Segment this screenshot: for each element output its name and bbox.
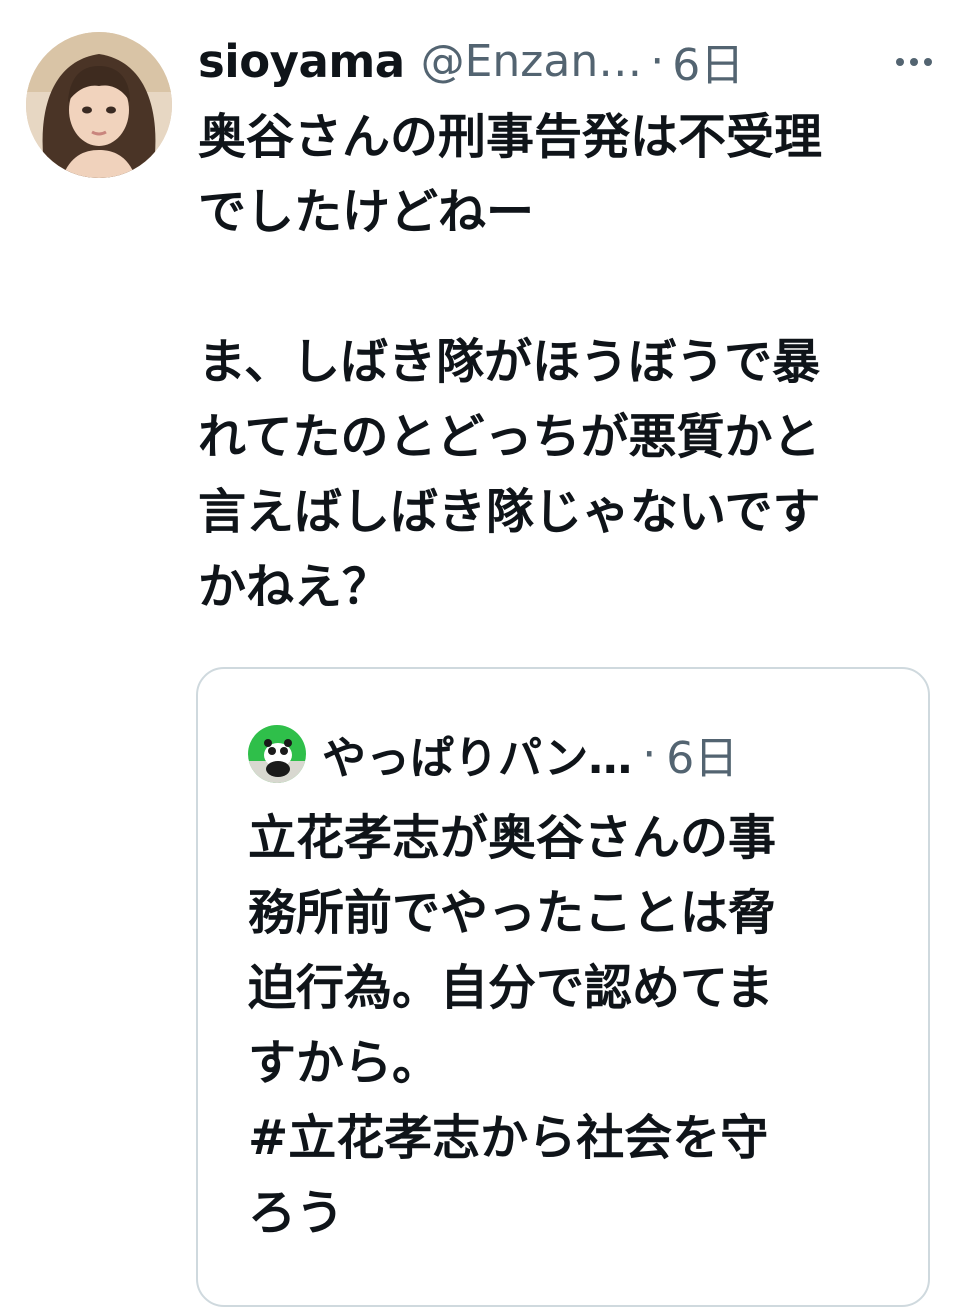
more-horizontal-icon[interactable] <box>890 42 938 82</box>
quoted-tweet[interactable]: やっぱりパン… · 6日 立花孝志が奥谷さんの事 務所前でやったことは脅 迫行為… <box>196 667 930 1307</box>
quoted-tweet-header: やっぱりパン… · 6日 <box>248 721 908 787</box>
quoted-display-name[interactable]: やっぱりパン… <box>322 722 632 786</box>
display-name[interactable]: sioyama <box>198 35 405 88</box>
quoted-user-avatar[interactable] <box>248 725 306 783</box>
timestamp[interactable]: 6日 <box>672 29 744 93</box>
quoted-timestamp[interactable]: 6日 <box>666 722 738 786</box>
tweet-header: sioyama @Enzan… · 6日 <box>198 28 938 94</box>
separator-dot: · <box>650 35 665 87</box>
tweet[interactable]: sioyama @Enzan… · 6日 奥谷さんの刑事告発は不受理 でしたけど… <box>0 0 960 1307</box>
user-handle[interactable]: @Enzan… <box>421 36 643 87</box>
quoted-separator-dot: · <box>642 728 657 780</box>
user-avatar[interactable] <box>26 32 172 178</box>
quoted-tweet-text: 立花孝志が奥谷さんの事 務所前でやったことは脅 迫行為。自分で認めてま すから。… <box>248 810 777 1241</box>
tweet-text: 奥谷さんの刑事告発は不受理 でしたけどねー ま、しばき隊がほうぼうで暴 れてたの… <box>198 109 823 615</box>
